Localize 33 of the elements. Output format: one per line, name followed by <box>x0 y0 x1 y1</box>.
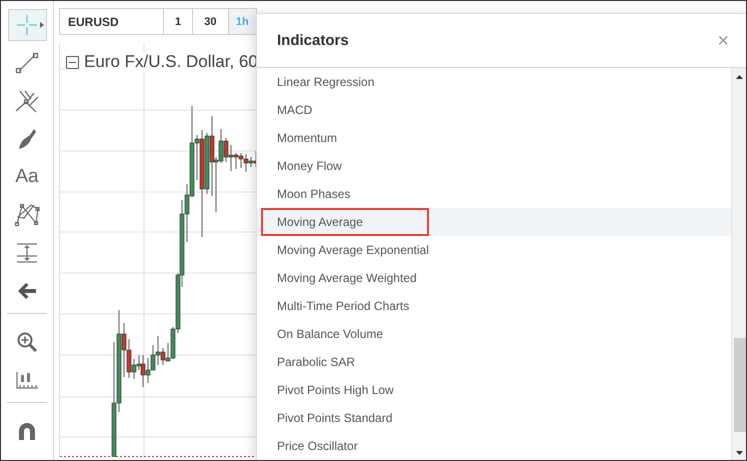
indicator-item[interactable]: Momentum <box>257 124 731 152</box>
zoom-in-icon <box>16 331 38 353</box>
indicator-item[interactable]: Moon Phases <box>257 180 731 208</box>
tool-button[interactable]: Aa <box>8 161 46 193</box>
scroll-thumb[interactable] <box>734 338 746 432</box>
indicator-item[interactable]: On Balance Volume <box>257 320 731 348</box>
indicator-item[interactable]: Money Flow <box>257 152 731 180</box>
measure-icon <box>16 242 38 264</box>
pattern-icon <box>14 202 40 228</box>
expand-arrow-icon <box>40 22 44 28</box>
scroll-down-icon[interactable] <box>736 451 743 455</box>
indicator-item[interactable]: Pivot Points High Low <box>257 376 731 404</box>
indicator-item[interactable]: Parabolic SAR <box>257 348 731 376</box>
crosshair-icon <box>16 14 38 36</box>
dialog-title: Indicators <box>277 32 349 49</box>
indicator-item[interactable]: Multi-Time Period Charts <box>257 292 731 320</box>
indicator-item[interactable]: Moving Average Exponential <box>257 236 731 264</box>
magnet-icon <box>17 421 37 441</box>
line-icon <box>15 51 39 75</box>
brush-icon <box>16 127 38 151</box>
indicator-item[interactable]: Linear Regression <box>257 68 731 96</box>
text-tool-label: Aa <box>15 166 39 188</box>
indicator-item[interactable]: MACD <box>257 96 731 124</box>
indicator-item[interactable]: Price Oscillator <box>257 432 731 460</box>
indicator-item[interactable]: Pivot Points Standard <box>257 404 731 432</box>
collapse-icon[interactable] <box>66 56 79 68</box>
scrollbar[interactable] <box>731 68 746 460</box>
scroll-up-icon[interactable] <box>736 75 743 79</box>
indicator-item[interactable]: Moving Average Weighted <box>257 264 731 292</box>
pitchfork-icon <box>14 89 40 113</box>
indicator-item[interactable]: Moving Average <box>257 208 731 236</box>
back-arrow-icon <box>17 282 37 300</box>
ruler-candles-icon <box>15 370 39 390</box>
